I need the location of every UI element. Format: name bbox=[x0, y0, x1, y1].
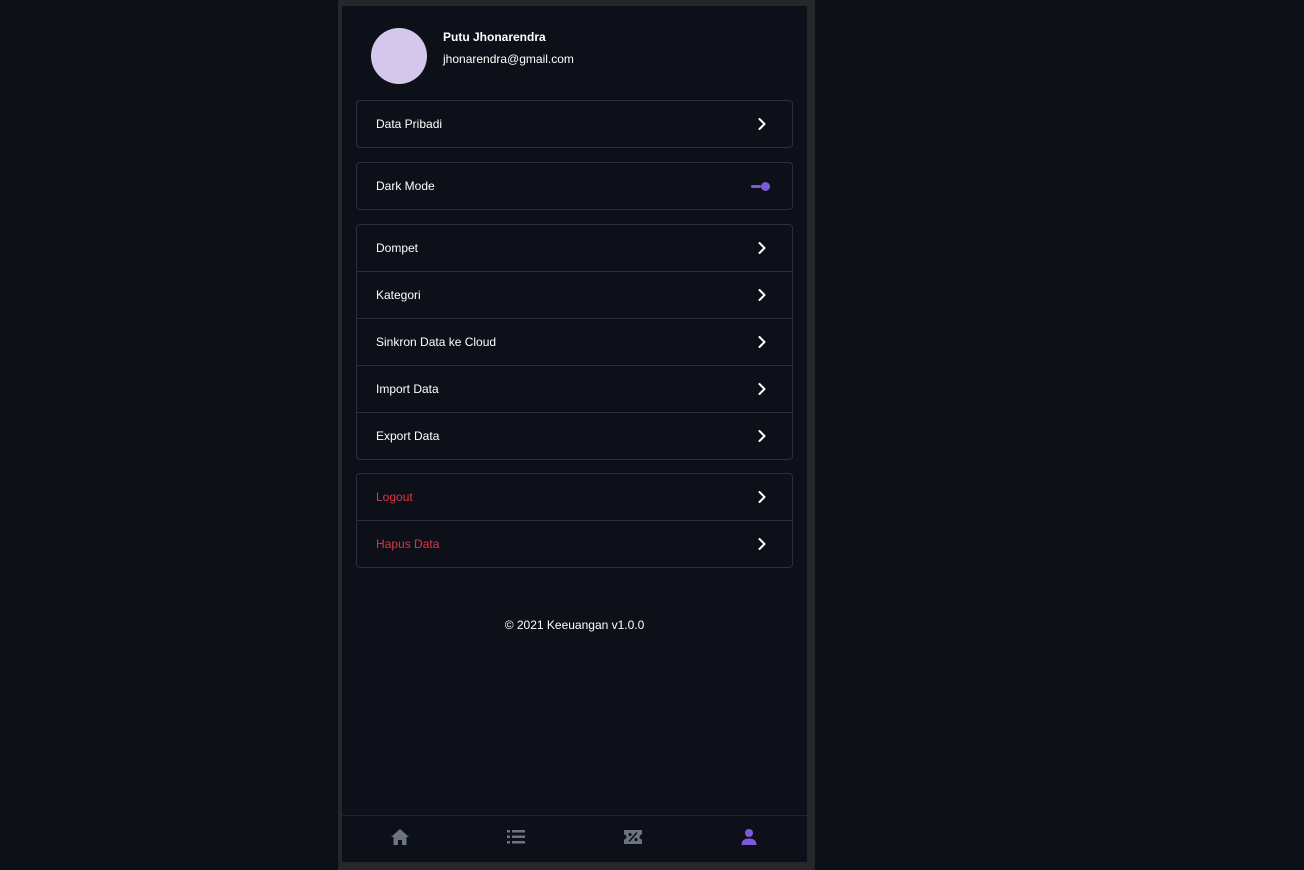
home-icon bbox=[390, 828, 410, 851]
menu-item-label: Data Pribadi bbox=[376, 117, 443, 131]
menu-item-label: Export Data bbox=[376, 429, 440, 443]
chevron-right-icon bbox=[754, 287, 770, 303]
menu-item-dompet[interactable]: Dompet bbox=[357, 225, 792, 271]
menu-item-label: Kategori bbox=[376, 288, 421, 302]
nav-item-home[interactable] bbox=[342, 816, 458, 862]
menu-item-sinkron-cloud[interactable]: Sinkron Data ke Cloud bbox=[357, 318, 792, 365]
bottom-nav bbox=[342, 815, 807, 862]
chevron-right-icon bbox=[754, 334, 770, 350]
menu-item-import-data[interactable]: Import Data bbox=[357, 365, 792, 412]
menu-item-label: Import Data bbox=[376, 382, 439, 396]
dark-mode-toggle[interactable] bbox=[751, 181, 771, 191]
menu-item-label: Dark Mode bbox=[376, 179, 435, 193]
user-email: jhonarendra@gmail.com bbox=[443, 52, 574, 66]
menu-group-data: Dompet Kategori Sinkron Data ke Cloud Im… bbox=[356, 224, 793, 460]
menu-item-export-data[interactable]: Export Data bbox=[357, 412, 792, 459]
menu-group-appearance: Dark Mode bbox=[356, 162, 793, 210]
chevron-right-icon bbox=[754, 536, 770, 552]
user-name: Putu Jhonarendra bbox=[443, 30, 546, 44]
discount-ticket-icon bbox=[623, 828, 643, 851]
menu-item-hapus-data[interactable]: Hapus Data bbox=[357, 520, 792, 567]
toggle-track bbox=[751, 185, 761, 188]
app-version: © 2021 Keeuangan v1.0.0 bbox=[504, 618, 645, 632]
nav-item-budget[interactable] bbox=[575, 816, 691, 862]
chevron-right-icon bbox=[754, 489, 770, 505]
chevron-right-icon bbox=[754, 116, 770, 132]
menu-group-personal: Data Pribadi bbox=[356, 100, 793, 148]
user-icon bbox=[740, 828, 758, 851]
menu-item-data-pribadi[interactable]: Data Pribadi bbox=[357, 101, 792, 147]
toggle-knob bbox=[761, 182, 770, 191]
menu-item-kategori[interactable]: Kategori bbox=[357, 271, 792, 318]
menu-item-label: Logout bbox=[376, 490, 413, 504]
chevron-right-icon bbox=[754, 240, 770, 256]
menu-item-label: Hapus Data bbox=[376, 537, 440, 551]
chevron-right-icon bbox=[754, 428, 770, 444]
chevron-right-icon bbox=[754, 381, 770, 397]
profile-header: Putu Jhonarendra jhonarendra@gmail.com bbox=[371, 28, 791, 84]
menu-item-label: Dompet bbox=[376, 241, 419, 255]
menu-item-logout[interactable]: Logout bbox=[357, 474, 792, 520]
menu-item-label: Sinkron Data ke Cloud bbox=[376, 335, 497, 349]
nav-item-profile[interactable] bbox=[691, 816, 807, 862]
app-screen: Putu Jhonarendra jhonarendra@gmail.com D… bbox=[342, 6, 807, 862]
list-icon bbox=[506, 828, 526, 851]
nav-item-transactions[interactable] bbox=[458, 816, 574, 862]
menu-group-account: Logout Hapus Data bbox=[356, 473, 793, 568]
avatar bbox=[371, 28, 427, 84]
menu-item-dark-mode: Dark Mode bbox=[357, 163, 792, 209]
